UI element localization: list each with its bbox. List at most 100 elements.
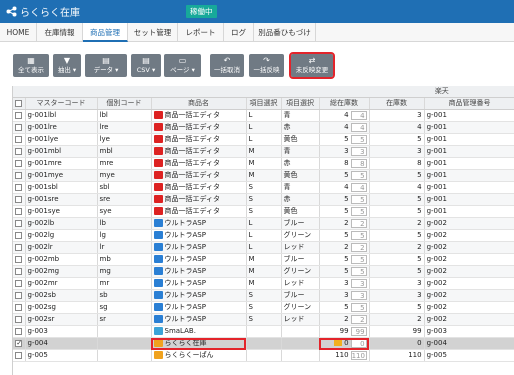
product-name-cell: ウルトラASP [151, 289, 247, 302]
stock-input[interactable]: 4 [350, 122, 367, 132]
stock-input[interactable]: 110 [350, 350, 367, 360]
management-number-cell: g-004 [424, 337, 514, 350]
option-2-cell: グリーン [281, 265, 320, 278]
column-header-stock[interactable]: 在庫数 [369, 97, 425, 110]
stock-input[interactable]: 5 [350, 302, 367, 312]
select-all-checkbox[interactable] [13, 97, 26, 110]
row-checkbox[interactable] [13, 109, 26, 122]
table-row[interactable]: g-002mr mr ウルトラASP M レッド 3 3 3 g-002 [13, 277, 514, 290]
row-checkbox[interactable] [13, 301, 26, 314]
table-row[interactable]: g-001lye lye 商品一括エディタ L 黄色 5 5 5 g-001 [13, 133, 514, 146]
stock-input[interactable]: 3 [350, 278, 367, 288]
row-checkbox[interactable] [13, 313, 26, 326]
row-checkbox[interactable] [13, 193, 26, 206]
product-name-cell: ウルトラASP [151, 265, 247, 278]
csv-button[interactable]: ▤ CSV ▾ [131, 54, 161, 77]
stock-input[interactable]: 5 [350, 170, 367, 180]
table-row[interactable]: g-001sre sre 商品一括エディタ S 赤 5 5 5 g-001 [13, 193, 514, 206]
option-2-cell: 青 [281, 109, 320, 122]
row-checkbox[interactable] [13, 337, 26, 350]
row-checkbox[interactable] [13, 121, 26, 134]
column-header-management-number[interactable]: 商品管理番号 [424, 97, 514, 110]
nav-home[interactable]: HOME [0, 23, 37, 42]
table-row[interactable]: g-001sbl sbl 商品一括エディタ S 青 4 4 4 g-001 [13, 181, 514, 194]
table-row[interactable]: g-001sye sye 商品一括エディタ S 黄色 5 5 5 g-001 [13, 205, 514, 218]
nav-log[interactable]: ログ [224, 23, 254, 42]
stock-cell: 5 [369, 253, 425, 266]
product-name-cell: 商品一括エディタ [151, 181, 247, 194]
table-row[interactable]: g-002mg mg ウルトラASP M グリーン 5 5 5 g-002 [13, 265, 514, 278]
table-row[interactable]: g-005 らくらくーぱん 110 110 110 g-005 [13, 349, 514, 362]
row-checkbox[interactable] [13, 325, 26, 338]
row-checkbox[interactable] [13, 241, 26, 254]
nav-alt-code-link[interactable]: 別品番ひもづけ [254, 23, 316, 42]
table-row[interactable]: g-002lb lb ウルトラASP L ブルー 2 2 2 g-002 [13, 217, 514, 230]
stock-input[interactable]: 5 [350, 266, 367, 276]
stock-input[interactable]: 5 [350, 206, 367, 216]
table-row[interactable]: g-003 SmaLAB. 99 99 99 g-003 [13, 325, 514, 338]
table-row[interactable]: g-001mye mye 商品一括エディタ M 黄色 5 5 5 g-001 [13, 169, 514, 182]
row-checkbox[interactable] [13, 145, 26, 158]
stock-input[interactable]: 5 [350, 230, 367, 240]
table-row[interactable]: g-002lr lr ウルトラASP L レッド 2 2 2 g-002 [13, 241, 514, 254]
table-row[interactable]: g-002sg sg ウルトラASP S グリーン 5 5 5 g-002 [13, 301, 514, 314]
unreflected-changes-button[interactable]: ⇄ 未反映変更 [289, 52, 335, 79]
row-checkbox[interactable] [13, 157, 26, 170]
table-row[interactable]: g-002mb mb ウルトラASP M ブルー 5 5 5 g-002 [13, 253, 514, 266]
stock-input[interactable]: 4 [350, 110, 367, 120]
nav-report[interactable]: レポート [178, 23, 224, 42]
table-row[interactable]: g-002sr sr ウルトラASP S レッド 2 2 2 g-002 [13, 313, 514, 326]
option-1-cell: S [246, 289, 282, 302]
row-checkbox[interactable] [13, 277, 26, 290]
nav-set-management[interactable]: セット管理 [128, 23, 178, 42]
stock-input[interactable]: 5 [350, 134, 367, 144]
table-row[interactable]: g-002lg lg ウルトラASP L グリーン 5 5 5 g-002 [13, 229, 514, 242]
apply-all-button[interactable]: ↷ 一括反映 [249, 54, 284, 77]
stock-input[interactable]: 2 [350, 218, 367, 228]
data-button[interactable]: ▤ データ ▾ [85, 54, 127, 77]
stock-input[interactable]: 3 [350, 146, 367, 156]
row-checkbox[interactable] [13, 349, 26, 362]
stock-cell: 2 [369, 241, 425, 254]
row-checkbox[interactable] [13, 289, 26, 302]
column-header-total-stock[interactable]: 総在庫数 [319, 97, 370, 110]
column-header-option-1[interactable]: 項目選択 [246, 97, 282, 110]
management-number-cell: g-003 [424, 325, 514, 338]
table-row[interactable]: g-001lbl lbl 商品一括エディタ L 青 4 4 3 g-001 [13, 109, 514, 122]
app-logo[interactable]: らくらく在庫 [6, 4, 80, 19]
row-checkbox[interactable] [13, 169, 26, 182]
stock-input[interactable]: 0 [350, 338, 367, 348]
stock-input[interactable]: 99 [350, 326, 367, 336]
extract-button[interactable]: ▼ 抽出 ▾ [53, 54, 81, 77]
row-checkbox[interactable] [13, 229, 26, 242]
column-header-master-code[interactable]: マスターコード [25, 97, 98, 110]
table-row[interactable]: g-001mre mre 商品一括エディタ M 赤 8 8 8 g-001 [13, 157, 514, 170]
page-button[interactable]: ▭ ページ ▾ [164, 54, 201, 77]
product-logo-icon [153, 135, 163, 143]
row-checkbox[interactable] [13, 217, 26, 230]
row-checkbox[interactable] [13, 205, 26, 218]
nav-product-management[interactable]: 商品管理 [83, 23, 128, 42]
row-checkbox[interactable] [13, 133, 26, 146]
stock-input[interactable]: 2 [350, 242, 367, 252]
row-checkbox[interactable] [13, 253, 26, 266]
show-all-button[interactable]: ▦ 全て表示 [13, 54, 49, 77]
row-checkbox[interactable] [13, 265, 26, 278]
stock-input[interactable]: 3 [350, 290, 367, 300]
table-row[interactable]: g-001lre lre 商品一括エディタ L 赤 4 4 4 g-001 [13, 121, 514, 134]
stock-input[interactable]: 8 [350, 158, 367, 168]
table-row[interactable]: g-001mbl mbl 商品一括エディタ M 青 3 3 3 g-001 [13, 145, 514, 158]
table-row[interactable]: g-002sb sb ウルトラASP S ブルー 3 3 3 g-002 [13, 289, 514, 302]
total-stock-cell: 33 [319, 289, 370, 302]
table-row[interactable]: g-004らくらく在庫000g-004 [13, 337, 514, 350]
stock-input[interactable]: 5 [350, 194, 367, 204]
cancel-all-button[interactable]: ↶ 一括取消 [210, 54, 244, 77]
column-header-individual-code[interactable]: 個別コード [97, 97, 152, 110]
row-checkbox[interactable] [13, 181, 26, 194]
nav-stock-info[interactable]: 在庫情報 [37, 23, 83, 42]
stock-input[interactable]: 4 [350, 182, 367, 192]
column-header-product-name[interactable]: 商品名 [151, 97, 247, 110]
stock-input[interactable]: 2 [350, 314, 367, 324]
stock-input[interactable]: 5 [350, 254, 367, 264]
column-header-option-2[interactable]: 項目選択 [281, 97, 320, 110]
